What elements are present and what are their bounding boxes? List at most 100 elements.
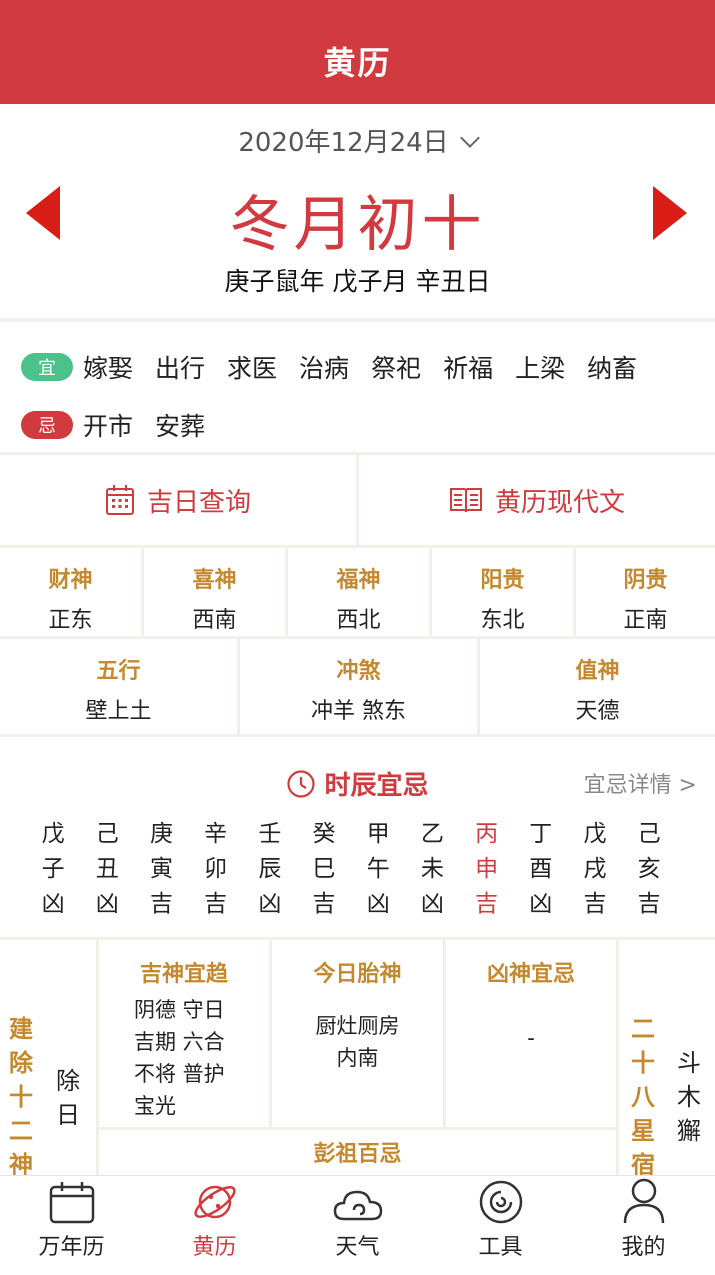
- shichen-zhi: 巳: [312, 856, 336, 882]
- tab-label: 黄历: [192, 1235, 237, 1260]
- info-label: 冲煞: [336, 659, 381, 684]
- jishen-lines: 阴德 守日吉期 六合不将 普护宝光: [114, 994, 254, 1122]
- shichen-column[interactable]: 戊子凶: [26, 817, 80, 922]
- xingxiu-panel: 二十八星宿 斗木獬: [619, 940, 715, 1175]
- tab-tianqi[interactable]: 天气: [286, 1176, 429, 1275]
- info-cell: 冲煞 冲羊 煞东: [240, 639, 477, 734]
- jiri-query-button[interactable]: 吉日查询: [0, 455, 356, 545]
- shichen-column[interactable]: 乙未凶: [405, 817, 459, 922]
- god-cell: 喜神 西南: [144, 548, 285, 636]
- wuxing-grid: 五行壁上土 冲煞 冲羊 煞东 值神 天德: [0, 639, 715, 734]
- shichen-column[interactable]: 己丑凶: [80, 817, 134, 922]
- shichen-gan: 戊: [41, 821, 65, 847]
- ganzhi-date: 庚子鼠年 戊子月 辛丑日: [224, 267, 491, 296]
- ji-item: 安葬: [155, 412, 206, 441]
- page-title: 黄历: [323, 44, 392, 82]
- yi-row: 宜 嫁娶 出行 求医 治病 祭祀 祈福 上梁 纳畜: [21, 338, 715, 396]
- shichen-luck: 吉: [475, 891, 499, 917]
- quick-links: 吉日查询 黄历现代文: [0, 455, 715, 545]
- shichen-zhi: 子: [41, 856, 65, 882]
- date-picker[interactable]: 2020年12月24日: [0, 122, 715, 159]
- god-value: 东北: [480, 608, 525, 633]
- taishen-line: 厨灶厕房: [315, 1014, 400, 1038]
- info-label: 五行: [96, 659, 141, 684]
- info-cell: 值神 天德: [480, 639, 715, 734]
- shichen-column[interactable]: 甲午凶: [351, 817, 405, 922]
- shichen-column[interactable]: 癸巳吉: [297, 817, 351, 922]
- ji-row: 忌 开市 安葬: [21, 396, 715, 454]
- tab-label: 我的: [621, 1235, 666, 1260]
- god-label: 喜神: [192, 568, 237, 593]
- shichen-column[interactable]: 丁酉凶: [514, 817, 568, 922]
- planet-icon: [193, 1185, 236, 1219]
- taishen-title: 今日胎神: [313, 962, 402, 987]
- yi-item: 祭祀: [371, 354, 422, 383]
- shichen-zhi: 未: [420, 856, 444, 882]
- god-cell: 福神 西北: [288, 548, 429, 636]
- xingxiu-value-char: 斗: [677, 1049, 701, 1077]
- jianchu-value-char: 除: [56, 1067, 80, 1095]
- yi-item: 祈福: [443, 354, 494, 383]
- xingxiu-label: 二十八星宿: [629, 1012, 657, 1175]
- shichen-luck: 凶: [366, 891, 390, 917]
- jishen-line: 不将 普护: [134, 1062, 225, 1086]
- jianchu-label-char: 建: [9, 1015, 33, 1043]
- god-label: 福神: [336, 568, 381, 593]
- jishen-line: 宝光: [134, 1094, 176, 1118]
- date-panel: 2020年12月24日 冬月初十 庚子鼠年 戊子月 辛丑日: [0, 104, 715, 318]
- tab-wode[interactable]: 我的: [572, 1176, 715, 1275]
- jianchu-panel: 建除十二神 除日: [0, 940, 96, 1175]
- shichen-column[interactable]: 壬辰凶: [243, 817, 297, 922]
- app-header: 黄历: [0, 0, 715, 104]
- god-value: 正南: [623, 608, 668, 633]
- yi-item: 纳畜: [587, 354, 638, 383]
- shichen-zhi: 丑: [95, 856, 119, 882]
- god-value: 西南: [192, 608, 237, 633]
- shichen-columns: 戊子凶己丑凶庚寅吉辛卯吉壬辰凶癸巳吉甲午凶乙未凶丙申吉丁酉凶戊戌吉己亥吉: [26, 817, 706, 922]
- shichen-column[interactable]: 辛卯吉: [189, 817, 243, 922]
- xingxiu-value: 斗木獬: [675, 1046, 703, 1148]
- shichen-gan: 癸: [312, 821, 336, 847]
- god-cell: 财神 正东: [0, 548, 141, 636]
- god-value: 正东: [48, 608, 93, 633]
- shichen-column[interactable]: 戊戌吉: [568, 817, 622, 922]
- tab-huangli[interactable]: 黄历: [143, 1176, 286, 1275]
- jianchu-label-char: 除: [9, 1049, 33, 1077]
- shichen-luck: 凶: [95, 891, 119, 917]
- next-day-button[interactable]: [653, 186, 687, 240]
- yi-item: 出行: [155, 354, 206, 383]
- solar-date[interactable]: 2020年12月24日: [238, 128, 448, 158]
- shichen-luck: 吉: [637, 891, 661, 917]
- tab-label: 万年历: [38, 1235, 105, 1260]
- jiri-query-label: 吉日查询: [146, 487, 251, 518]
- xingxiu-value-char: 獬: [677, 1117, 701, 1145]
- god-cell: 阴贵 正南: [576, 548, 715, 636]
- shichen-column[interactable]: 庚寅吉: [134, 817, 188, 922]
- shichen-column[interactable]: 己亥吉: [622, 817, 676, 922]
- ji-badge: 忌: [21, 411, 73, 439]
- shichen-detail-link[interactable]: 宜忌详情 >: [584, 767, 697, 799]
- info-value: 壁上土: [85, 699, 152, 724]
- yi-ji-panel: 宜 嫁娶 出行 求医 治病 祭祀 祈福 上梁 纳畜 忌 开市 安葬: [0, 322, 715, 452]
- shichen-panel: 时辰宜忌 宜忌详情 > 戊子凶己丑凶庚寅吉辛卯吉壬辰凶癸巳吉甲午凶乙未凶丙申吉丁…: [0, 737, 715, 937]
- xingxiu-label-char: 二: [631, 1015, 655, 1043]
- jishen-title: 吉神宜趋: [139, 962, 228, 987]
- god-label: 阳贵: [480, 568, 525, 593]
- jishen-line: 阴德 守日: [134, 998, 225, 1022]
- jishen-line: 吉期 六合: [134, 1030, 225, 1054]
- jianchu-value: 除日: [54, 1064, 82, 1132]
- modern-text-button[interactable]: 黄历现代文: [359, 455, 715, 545]
- shichen-zhi: 寅: [149, 856, 173, 882]
- info-cell: 五行 壁上土: [0, 639, 237, 734]
- shichen-luck: 吉: [204, 891, 228, 917]
- cloud-icon: [333, 1190, 382, 1221]
- shichen-zhi: 辰: [258, 856, 282, 882]
- tab-gongju[interactable]: 工具: [429, 1176, 572, 1275]
- god-cell: 阳贵 东北: [432, 548, 573, 636]
- chevron-down-icon[interactable]: [459, 128, 480, 148]
- shichen-column[interactable]: 丙申吉: [460, 817, 514, 922]
- tab-wannianli[interactable]: 万年历: [0, 1176, 143, 1275]
- info-value: 天德: [575, 699, 620, 724]
- shichen-zhi: 戌: [583, 856, 607, 882]
- xingxiu-label-char: 星: [631, 1117, 655, 1145]
